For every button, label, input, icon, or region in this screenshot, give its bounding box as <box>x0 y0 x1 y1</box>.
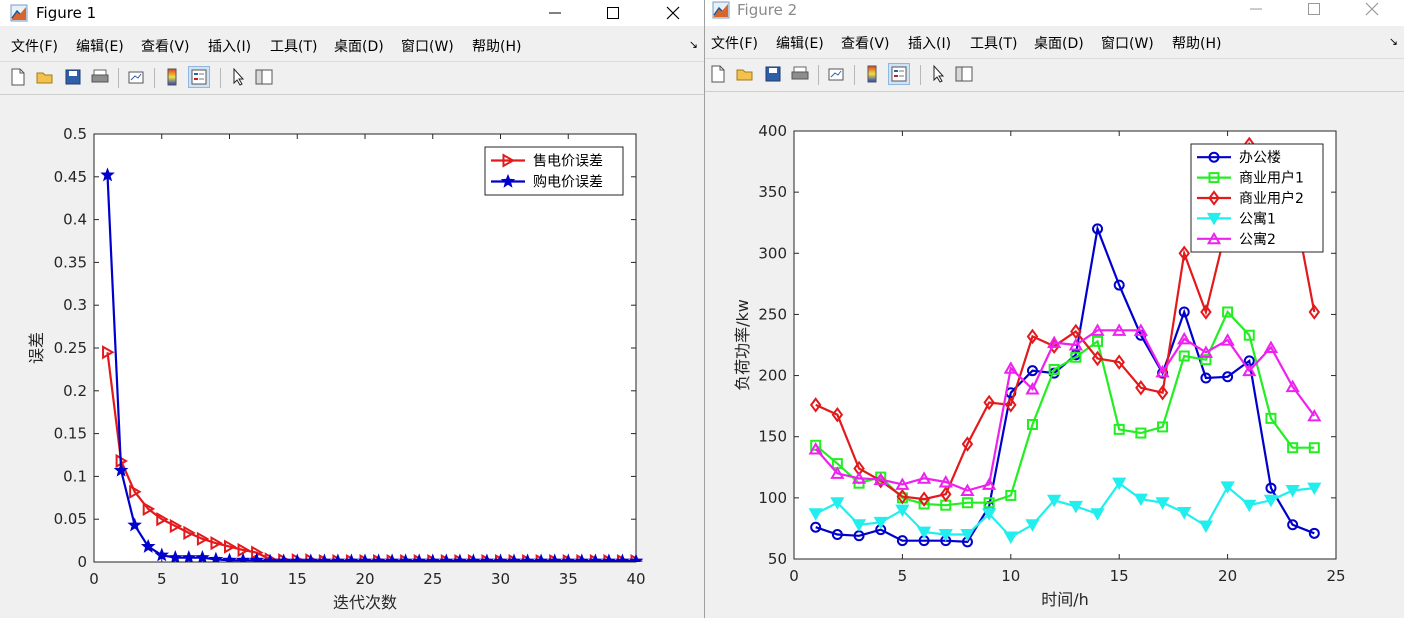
legend-entry: 公寓1 <box>1239 210 1276 227</box>
plot-area <box>93 133 637 563</box>
x-tick-label: 20 <box>1218 567 1237 585</box>
x-tick-label: 10 <box>1001 567 1020 585</box>
y-axis-label: 误差 <box>27 332 46 364</box>
x-tick-label: 5 <box>898 567 908 585</box>
axes: 0 5 10 15 20 25 30 35 40 0 0.05 0.1 0.15 0.2 0.25 0.3 0.… <box>27 125 646 612</box>
y-tick-label: 0.05 <box>54 510 87 528</box>
x-tick-label: 20 <box>355 570 374 588</box>
legend-entry: 办公楼 <box>1239 150 1281 166</box>
x-axis-label: 迭代次数 <box>333 593 397 612</box>
y-tick-label: 150 <box>758 428 787 446</box>
y-tick-label: 0.2 <box>63 382 87 400</box>
x-tick-label: 15 <box>1110 567 1129 585</box>
x-axis-label: 时间/h <box>1041 590 1089 609</box>
y-tick-label: 0.35 <box>54 253 87 271</box>
legend-entry: 公寓2 <box>1239 231 1276 248</box>
x-tick-label: 0 <box>789 567 799 585</box>
y-tick-label: 50 <box>768 550 787 568</box>
y-tick-label: 0.1 <box>63 467 87 485</box>
figure-1-window: Figure 1 文件(F) 编辑(E) 查看(V) 插入(I) 工具(T) 桌… <box>0 0 705 618</box>
x-tick-label: 35 <box>559 570 578 588</box>
convergence-chart: 0 5 10 15 20 25 30 35 40 0 0.05 0.1 0.15 0.2 0.25 0.3 0.… <box>27 125 646 612</box>
y-axis-label: 负荷功率/kw <box>733 299 752 391</box>
y-tick-label: 0.5 <box>63 125 87 143</box>
legend-entry: 商业用户1 <box>1239 170 1304 187</box>
load-power-chart: 0 5 10 15 20 25 50 100 150 200 250 300 350 400 时间/h 负荷功… <box>733 122 1346 609</box>
y-tick-label: 0.25 <box>54 339 87 357</box>
y-tick-label: 0.3 <box>63 296 87 314</box>
x-tick-label: 25 <box>1326 567 1345 585</box>
y-tick-label: 200 <box>758 367 787 385</box>
y-tick-label: 0 <box>77 553 87 571</box>
x-tick-label: 15 <box>288 570 307 588</box>
legend[interactable]: 办公楼商业用户1 商业用户2 公寓1 公寓2 <box>1190 143 1324 253</box>
legend-entry: 商业用户2 <box>1239 190 1304 207</box>
legend-entry: 售电价误差 <box>533 154 603 170</box>
y-tick-label: 0.45 <box>54 168 87 186</box>
y-tick-label: 0.15 <box>54 425 87 443</box>
y-tick-label: 400 <box>758 122 787 140</box>
figure-2-window: Figure 2 文件(F) 编辑(E) 查看(V) 插入(I) 工具(T) 桌… <box>705 0 1404 618</box>
x-tick-label: 5 <box>157 570 167 588</box>
y-tick-label: 100 <box>758 489 787 507</box>
x-tick-label: 25 <box>423 570 442 588</box>
legend-entry: 购电价误差 <box>533 175 603 191</box>
x-tick-label: 0 <box>89 570 99 588</box>
y-tick-label: 0.4 <box>63 211 87 229</box>
legend[interactable]: 售电价误差购电价误差 <box>484 146 624 196</box>
y-tick-label: 300 <box>758 244 787 262</box>
y-tick-label: 250 <box>758 305 787 323</box>
y-tick-label: 350 <box>758 183 787 201</box>
x-tick-label: 30 <box>491 570 510 588</box>
x-tick-label: 40 <box>626 570 645 588</box>
x-tick-label: 10 <box>220 570 239 588</box>
